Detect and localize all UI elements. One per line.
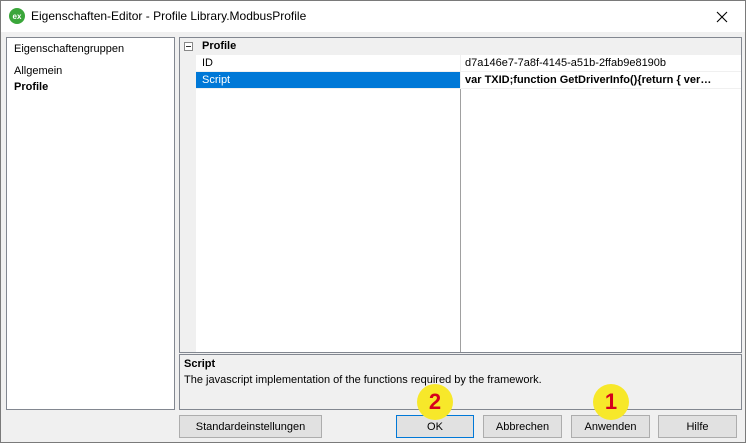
category-row-profile[interactable]: Profile [180, 38, 741, 55]
property-row-id[interactable]: ID d7a146e7-7a8f-4145-a51b-2ffab9e8190b [196, 55, 741, 72]
property-row-script[interactable]: Script var TXID;function GetDriverInfo()… [196, 72, 741, 89]
help-button[interactable]: Hilfe [658, 415, 737, 438]
sidebar-item-allgemein[interactable]: Allgemein [14, 65, 62, 77]
description-title: Script [184, 358, 216, 370]
step-badge-apply: 1 [593, 384, 629, 420]
properties-editor-window: ex Eigenschaften-Editor - Profile Librar… [0, 0, 746, 443]
property-grid: Profile ID d7a146e7-7a8f-4145-a51b-2ffab… [179, 37, 742, 353]
collapse-icon[interactable] [184, 42, 193, 51]
step-badge-ok: 2 [417, 384, 453, 420]
window-title: Eigenschaften-Editor - Profile Library.M… [31, 9, 307, 23]
column-splitter[interactable] [460, 89, 461, 352]
close-button[interactable] [699, 1, 745, 32]
property-value[interactable]: var TXID;function GetDriverInfo(){return… [461, 72, 741, 89]
close-icon [716, 11, 728, 22]
defaults-button[interactable]: Standardeinstellungen [179, 415, 322, 438]
property-name-selected: Script [196, 72, 461, 89]
category-label: Profile [202, 40, 237, 52]
cancel-button[interactable]: Abbrechen [483, 415, 562, 438]
sidebar-header-label: Eigenschaftengruppen [14, 43, 125, 55]
property-name: ID [196, 55, 461, 72]
description-text: The javascript implementation of the fun… [184, 374, 542, 386]
description-panel: Script The javascript implementation of … [179, 354, 742, 410]
sidebar-item-profile[interactable]: Profile [14, 81, 48, 93]
property-value[interactable]: d7a146e7-7a8f-4145-a51b-2ffab9e8190b [461, 55, 741, 72]
grid-gutter [180, 55, 196, 352]
property-groups-panel: Eigenschaftengruppen Allgemein Profile [6, 37, 175, 410]
app-icon: ex [9, 8, 25, 24]
title-bar[interactable]: ex Eigenschaften-Editor - Profile Librar… [1, 1, 745, 32]
